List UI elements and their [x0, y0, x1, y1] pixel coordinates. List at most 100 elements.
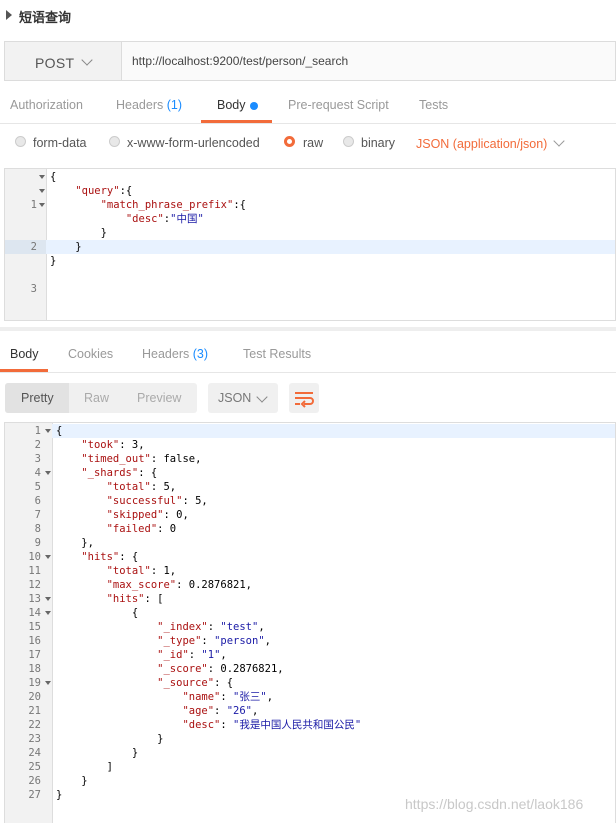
- response-code-line: }: [56, 789, 63, 801]
- radio-form-data[interactable]: [15, 136, 26, 147]
- response-code-line: "total": 5,: [106, 481, 177, 493]
- collection-title-row[interactable]: 短语查询: [0, 0, 616, 34]
- response-code-line: "took": 3,: [81, 439, 145, 451]
- response-code-line: "failed": 0: [106, 523, 177, 535]
- radio-binary[interactable]: [343, 136, 354, 147]
- line-number: 17: [28, 649, 41, 661]
- urlencoded-label[interactable]: x-www-form-urlencoded: [127, 136, 260, 150]
- tabs-divider: [0, 372, 616, 373]
- response-body-viewer[interactable]: 1 2 3 4 5 6 7 8 9 10 11 12 13 14 15 16 17 18 19 20 21 22 23 24 2…: [4, 422, 616, 823]
- response-code-line: }: [56, 733, 164, 745]
- line-number: 21: [28, 705, 41, 717]
- request-title: 短语查询: [19, 10, 72, 25]
- content-type-select[interactable]: JSON (application/json): [416, 137, 547, 151]
- response-tab-test-results[interactable]: Test Results: [243, 347, 311, 361]
- wrap-lines-icon: [295, 392, 314, 408]
- fold-arrow-icon[interactable]: [45, 681, 51, 685]
- tab-tests[interactable]: Tests: [419, 98, 448, 112]
- tab-headers-label: Headers: [116, 98, 164, 112]
- line-number: 11: [28, 565, 41, 577]
- url-text: http://localhost:9200/test/person/_searc…: [132, 54, 349, 68]
- line-number: 12: [28, 579, 41, 591]
- watermark: https://blog.csdn.net/laok186: [405, 796, 584, 812]
- response-code-line: "total": 1,: [106, 565, 177, 577]
- response-code-line: "_shards": {: [81, 467, 158, 479]
- fold-arrow-icon[interactable]: [39, 175, 45, 179]
- wrap-lines-button[interactable]: [289, 383, 319, 413]
- response-tab-cookies[interactable]: Cookies: [68, 347, 113, 361]
- response-tab-body[interactable]: Body: [10, 347, 39, 361]
- line-number: 8: [34, 523, 41, 535]
- request-code-line: }: [50, 255, 57, 267]
- line-number: 5: [34, 481, 41, 493]
- request-body-editor[interactable]: 1 2 3 4 5 6 7 { "query":{ "match_phrase_…: [4, 168, 616, 321]
- format-select-label[interactable]: JSON: [218, 391, 251, 405]
- view-preview-button[interactable]: Preview: [137, 391, 181, 405]
- line-number: 19: [28, 677, 41, 689]
- fold-arrow-icon[interactable]: [39, 203, 45, 207]
- fold-arrow-icon[interactable]: [45, 471, 51, 475]
- response-code-line: "_type": "person",: [157, 635, 271, 647]
- request-code-line: }: [50, 227, 107, 239]
- response-headers-label: Headers: [142, 347, 190, 361]
- line-number: 16: [28, 635, 41, 647]
- line-number: 20: [28, 691, 41, 703]
- form-data-label[interactable]: form-data: [33, 136, 87, 150]
- response-code-line: }: [56, 747, 139, 759]
- tab-body[interactable]: Body: [217, 98, 246, 112]
- binary-label[interactable]: binary: [361, 136, 395, 150]
- view-pretty-label[interactable]: Pretty: [21, 391, 54, 405]
- response-code-line: "max_score": 0.2876821,: [106, 579, 252, 591]
- response-code-line: "name": "张三",: [182, 691, 274, 703]
- raw-label[interactable]: raw: [303, 136, 323, 150]
- response-code-line: ]: [56, 761, 113, 773]
- tab-pre-request-script[interactable]: Pre-request Script: [288, 98, 389, 112]
- response-code-line: }: [56, 775, 88, 787]
- fold-arrow-icon[interactable]: [45, 597, 51, 601]
- fold-arrow-icon[interactable]: [45, 555, 51, 559]
- response-code-line: "age": "26",: [182, 705, 259, 717]
- request-code-line: "match_phrase_prefix":{: [100, 199, 246, 211]
- chevron-down-icon[interactable]: [553, 135, 565, 147]
- caret-right-icon[interactable]: [6, 10, 12, 20]
- line-number: 10: [28, 551, 41, 563]
- response-code-line: "hits": [: [106, 593, 164, 605]
- response-code-line: "_index": "test",: [157, 621, 265, 633]
- request-code-line: "query":{: [75, 185, 133, 197]
- line-number: 27: [28, 789, 41, 801]
- line-number: 14: [28, 607, 41, 619]
- tab-headers-count: (1): [166, 98, 183, 112]
- url-input[interactable]: http://localhost:9200/test/person/_searc…: [122, 41, 616, 81]
- tabs-divider: [0, 123, 616, 124]
- radio-raw[interactable]: [284, 136, 295, 147]
- line-number: 23: [28, 733, 41, 745]
- fold-arrow-icon[interactable]: [39, 189, 45, 193]
- radio-urlencoded[interactable]: [109, 136, 120, 147]
- response-code-line: "skipped": 0,: [106, 509, 189, 521]
- fold-arrow-icon[interactable]: [45, 429, 51, 433]
- line-number: 26: [28, 775, 41, 787]
- chevron-down-icon: [81, 54, 93, 66]
- modified-dot-icon: [250, 102, 258, 110]
- tab-headers[interactable]: Headers (1): [116, 98, 182, 112]
- response-code-line: },: [56, 537, 94, 549]
- line-number: 22: [28, 719, 41, 731]
- response-body-code: { "took": 3, "timed_out": false, "_shard…: [56, 424, 361, 802]
- response-tab-headers[interactable]: Headers (3): [142, 347, 208, 361]
- response-headers-count: (3): [192, 347, 209, 361]
- line-number: 1: [34, 425, 41, 437]
- tab-authorization[interactable]: Authorization: [10, 98, 83, 112]
- response-code-line: "_id": "1",: [157, 649, 227, 661]
- response-code-line: {: [56, 607, 139, 619]
- line-number: 3: [34, 453, 41, 465]
- method-select[interactable]: POST: [4, 41, 122, 81]
- response-code-line: "_source": {: [157, 677, 234, 689]
- line-number: 9: [34, 537, 41, 549]
- pane-divider[interactable]: [0, 327, 616, 331]
- view-raw-button[interactable]: Raw: [84, 391, 109, 405]
- line-number: 6: [34, 495, 41, 507]
- response-code-line: "timed_out": false,: [81, 453, 202, 465]
- fold-arrow-icon[interactable]: [45, 611, 51, 615]
- line-number: 24: [28, 747, 41, 759]
- line-number: 15: [28, 621, 41, 633]
